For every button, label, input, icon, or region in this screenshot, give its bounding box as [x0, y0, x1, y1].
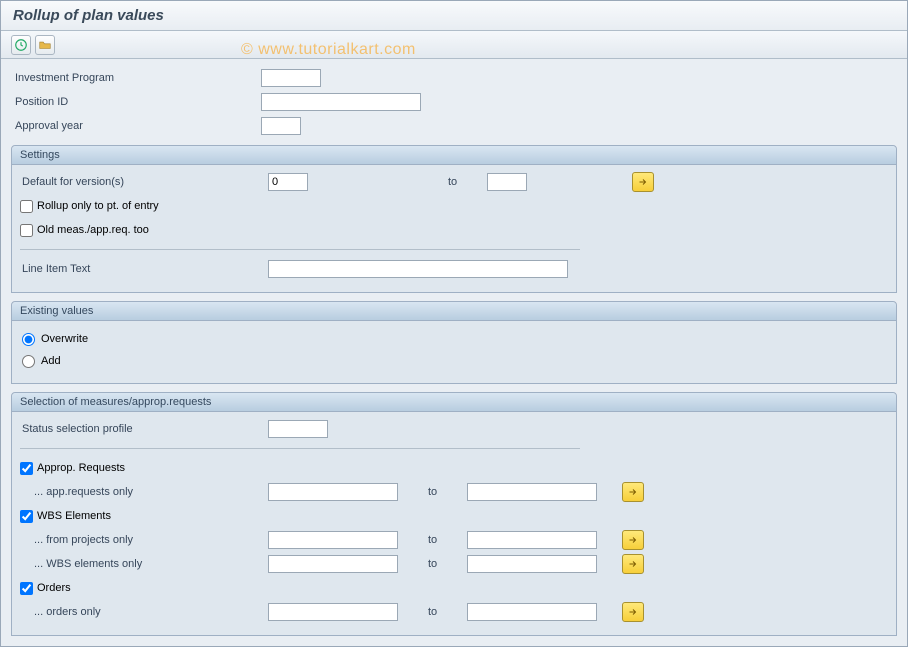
existing-values-panel: Existing values Overwrite Add — [11, 301, 897, 384]
content-area: Investment Program Position ID Approval … — [1, 59, 907, 646]
orders-only-to-input[interactable] — [467, 603, 597, 621]
wbs-elements-label: WBS Elements — [37, 510, 111, 522]
app-requests-from-input[interactable] — [268, 483, 398, 501]
wbs-elements-checkbox[interactable] — [20, 510, 33, 523]
investment-program-label: Investment Program — [11, 72, 261, 84]
clock-execute-icon — [14, 38, 28, 52]
arrow-right-icon — [637, 176, 649, 188]
to-label: to — [428, 486, 437, 498]
to-label: to — [428, 606, 437, 618]
overwrite-label: Overwrite — [41, 333, 88, 345]
multiple-selection-button[interactable] — [622, 554, 644, 574]
orders-label: Orders — [37, 582, 71, 594]
to-label: to — [448, 176, 457, 188]
to-label: to — [428, 558, 437, 570]
settings-panel-title: Settings — [12, 146, 896, 165]
multiple-selection-button[interactable] — [622, 482, 644, 502]
line-item-text-input[interactable] — [268, 260, 568, 278]
rollup-pt-entry-checkbox[interactable] — [20, 200, 33, 213]
status-profile-input[interactable] — [268, 420, 328, 438]
from-projects-to-input[interactable] — [467, 531, 597, 549]
add-radio[interactable] — [22, 355, 35, 368]
line-item-text-label: Line Item Text — [18, 263, 268, 275]
settings-panel: Settings Default for version(s) to Rollu… — [11, 145, 897, 293]
arrow-right-icon — [627, 486, 639, 498]
rollup-pt-entry-label: Rollup only to pt. of entry — [37, 200, 159, 212]
multiple-selection-button[interactable] — [622, 530, 644, 550]
arrow-right-icon — [627, 534, 639, 546]
divider — [20, 448, 580, 449]
approp-requests-label: Approp. Requests — [37, 462, 125, 474]
page-title: Rollup of plan values — [1, 1, 907, 31]
approp-requests-checkbox[interactable] — [20, 462, 33, 475]
divider — [20, 249, 580, 250]
to-label: to — [428, 534, 437, 546]
folder-open-icon — [38, 38, 52, 52]
add-label: Add — [41, 355, 61, 367]
position-id-label: Position ID — [11, 96, 261, 108]
wbs-only-to-input[interactable] — [467, 555, 597, 573]
default-version-label: Default for version(s) — [18, 176, 268, 188]
arrow-right-icon — [627, 558, 639, 570]
wbs-only-label: ... WBS elements only — [18, 558, 268, 570]
from-projects-label: ... from projects only — [18, 534, 268, 546]
multiple-selection-button[interactable] — [632, 172, 654, 192]
orders-checkbox[interactable] — [20, 582, 33, 595]
status-profile-label: Status selection profile — [18, 423, 268, 435]
selection-panel: Selection of measures/approp.requests St… — [11, 392, 897, 636]
approval-year-input[interactable] — [261, 117, 301, 135]
default-version-from-input[interactable] — [268, 173, 308, 191]
from-projects-from-input[interactable] — [268, 531, 398, 549]
selection-panel-title: Selection of measures/approp.requests — [12, 393, 896, 412]
arrow-right-icon — [627, 606, 639, 618]
investment-program-input[interactable] — [261, 69, 321, 87]
old-meas-label: Old meas./app.req. too — [37, 224, 149, 236]
position-id-input[interactable] — [261, 93, 421, 111]
multiple-selection-button[interactable] — [622, 602, 644, 622]
existing-values-title: Existing values — [12, 302, 896, 321]
toolbar — [1, 31, 907, 59]
approval-year-label: Approval year — [11, 120, 261, 132]
app-requests-only-label: ... app.requests only — [18, 486, 268, 498]
old-meas-checkbox[interactable] — [20, 224, 33, 237]
execute-button[interactable] — [11, 35, 31, 55]
default-version-to-input[interactable] — [487, 173, 527, 191]
wbs-only-from-input[interactable] — [268, 555, 398, 573]
variant-button[interactable] — [35, 35, 55, 55]
orders-only-label: ... orders only — [18, 606, 268, 618]
overwrite-radio[interactable] — [22, 333, 35, 346]
orders-only-from-input[interactable] — [268, 603, 398, 621]
app-requests-to-input[interactable] — [467, 483, 597, 501]
